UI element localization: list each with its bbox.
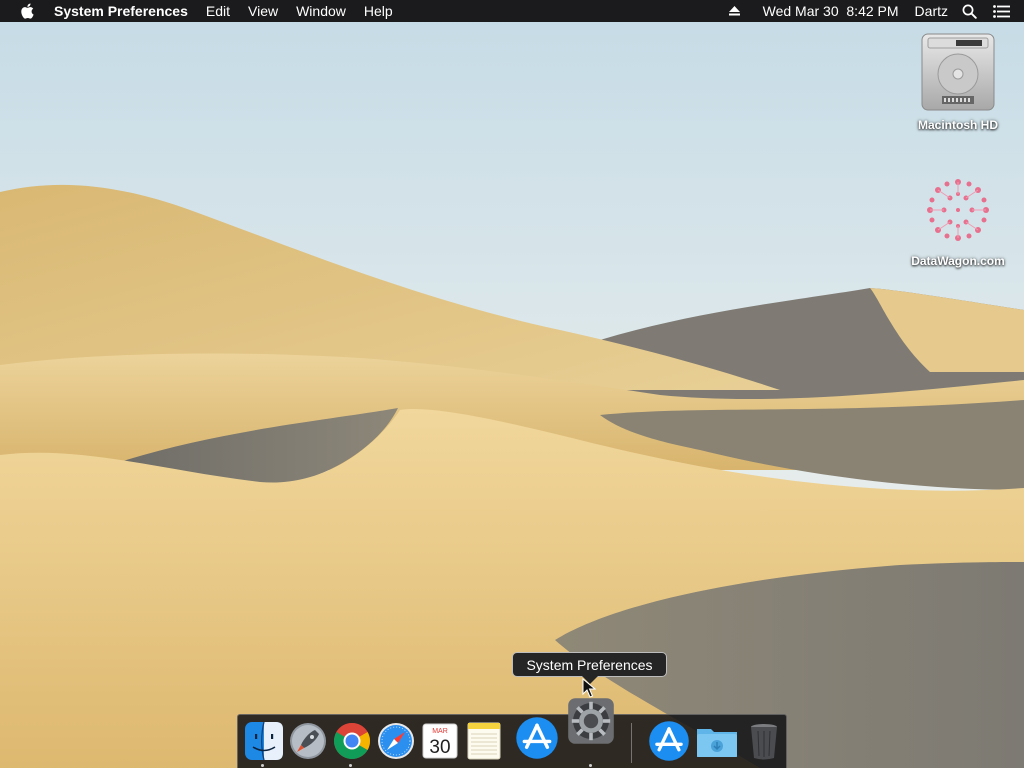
- applications-stack-icon[interactable]: [647, 719, 691, 763]
- dock: MAR 30: [237, 698, 787, 768]
- menu-app-name[interactable]: System Preferences: [54, 0, 197, 22]
- desktop-icon-datawagon[interactable]: DataWagon.com: [903, 172, 1013, 268]
- menu-bar: System Preferences Edit View Window Help…: [0, 0, 1024, 22]
- desktop-icon-label: Macintosh HD: [917, 118, 998, 132]
- system-preferences-icon[interactable]: [567, 697, 615, 745]
- desktop-icon-label: DataWagon.com: [911, 254, 1005, 268]
- desktop-wallpaper: [0, 0, 1024, 768]
- mouse-cursor-icon: [582, 678, 596, 698]
- launchpad-icon[interactable]: [288, 721, 328, 761]
- notification-center-icon[interactable]: [985, 4, 1024, 18]
- dock-tooltip: System Preferences: [512, 652, 667, 677]
- calendar-icon[interactable]: MAR 30: [420, 721, 460, 761]
- app-store-icon[interactable]: [514, 715, 560, 761]
- datawagon-logo-icon: [927, 179, 989, 241]
- chrome-icon[interactable]: [332, 721, 372, 761]
- dock-separator: [631, 723, 632, 763]
- apple-icon[interactable]: [20, 3, 34, 19]
- menu-edit[interactable]: Edit: [197, 0, 239, 22]
- calendar-month: MAR: [432, 728, 448, 735]
- finder-icon[interactable]: [244, 721, 284, 761]
- running-indicator: [261, 764, 264, 767]
- downloads-folder-icon[interactable]: [695, 721, 739, 761]
- running-indicator: [349, 764, 352, 767]
- calendar-day: 30: [429, 737, 450, 758]
- menubar-clock[interactable]: Wed Mar 30 8:42 PM: [749, 0, 907, 22]
- notes-icon[interactable]: [464, 721, 504, 761]
- eject-icon[interactable]: [720, 5, 749, 17]
- menubar-user[interactable]: Dartz: [907, 0, 956, 22]
- trash-icon[interactable]: [744, 721, 784, 761]
- menu-view[interactable]: View: [239, 0, 287, 22]
- desktop-icon-macintosh-hd[interactable]: Macintosh HD: [903, 32, 1013, 132]
- desktop: System Preferences Edit View Window Help…: [0, 0, 1024, 768]
- menu-help[interactable]: Help: [355, 0, 402, 22]
- running-indicator: [589, 764, 592, 767]
- menu-window[interactable]: Window: [287, 0, 355, 22]
- hard-drive-icon: [921, 33, 995, 111]
- safari-icon[interactable]: [376, 721, 416, 761]
- spotlight-search-icon[interactable]: [956, 4, 985, 19]
